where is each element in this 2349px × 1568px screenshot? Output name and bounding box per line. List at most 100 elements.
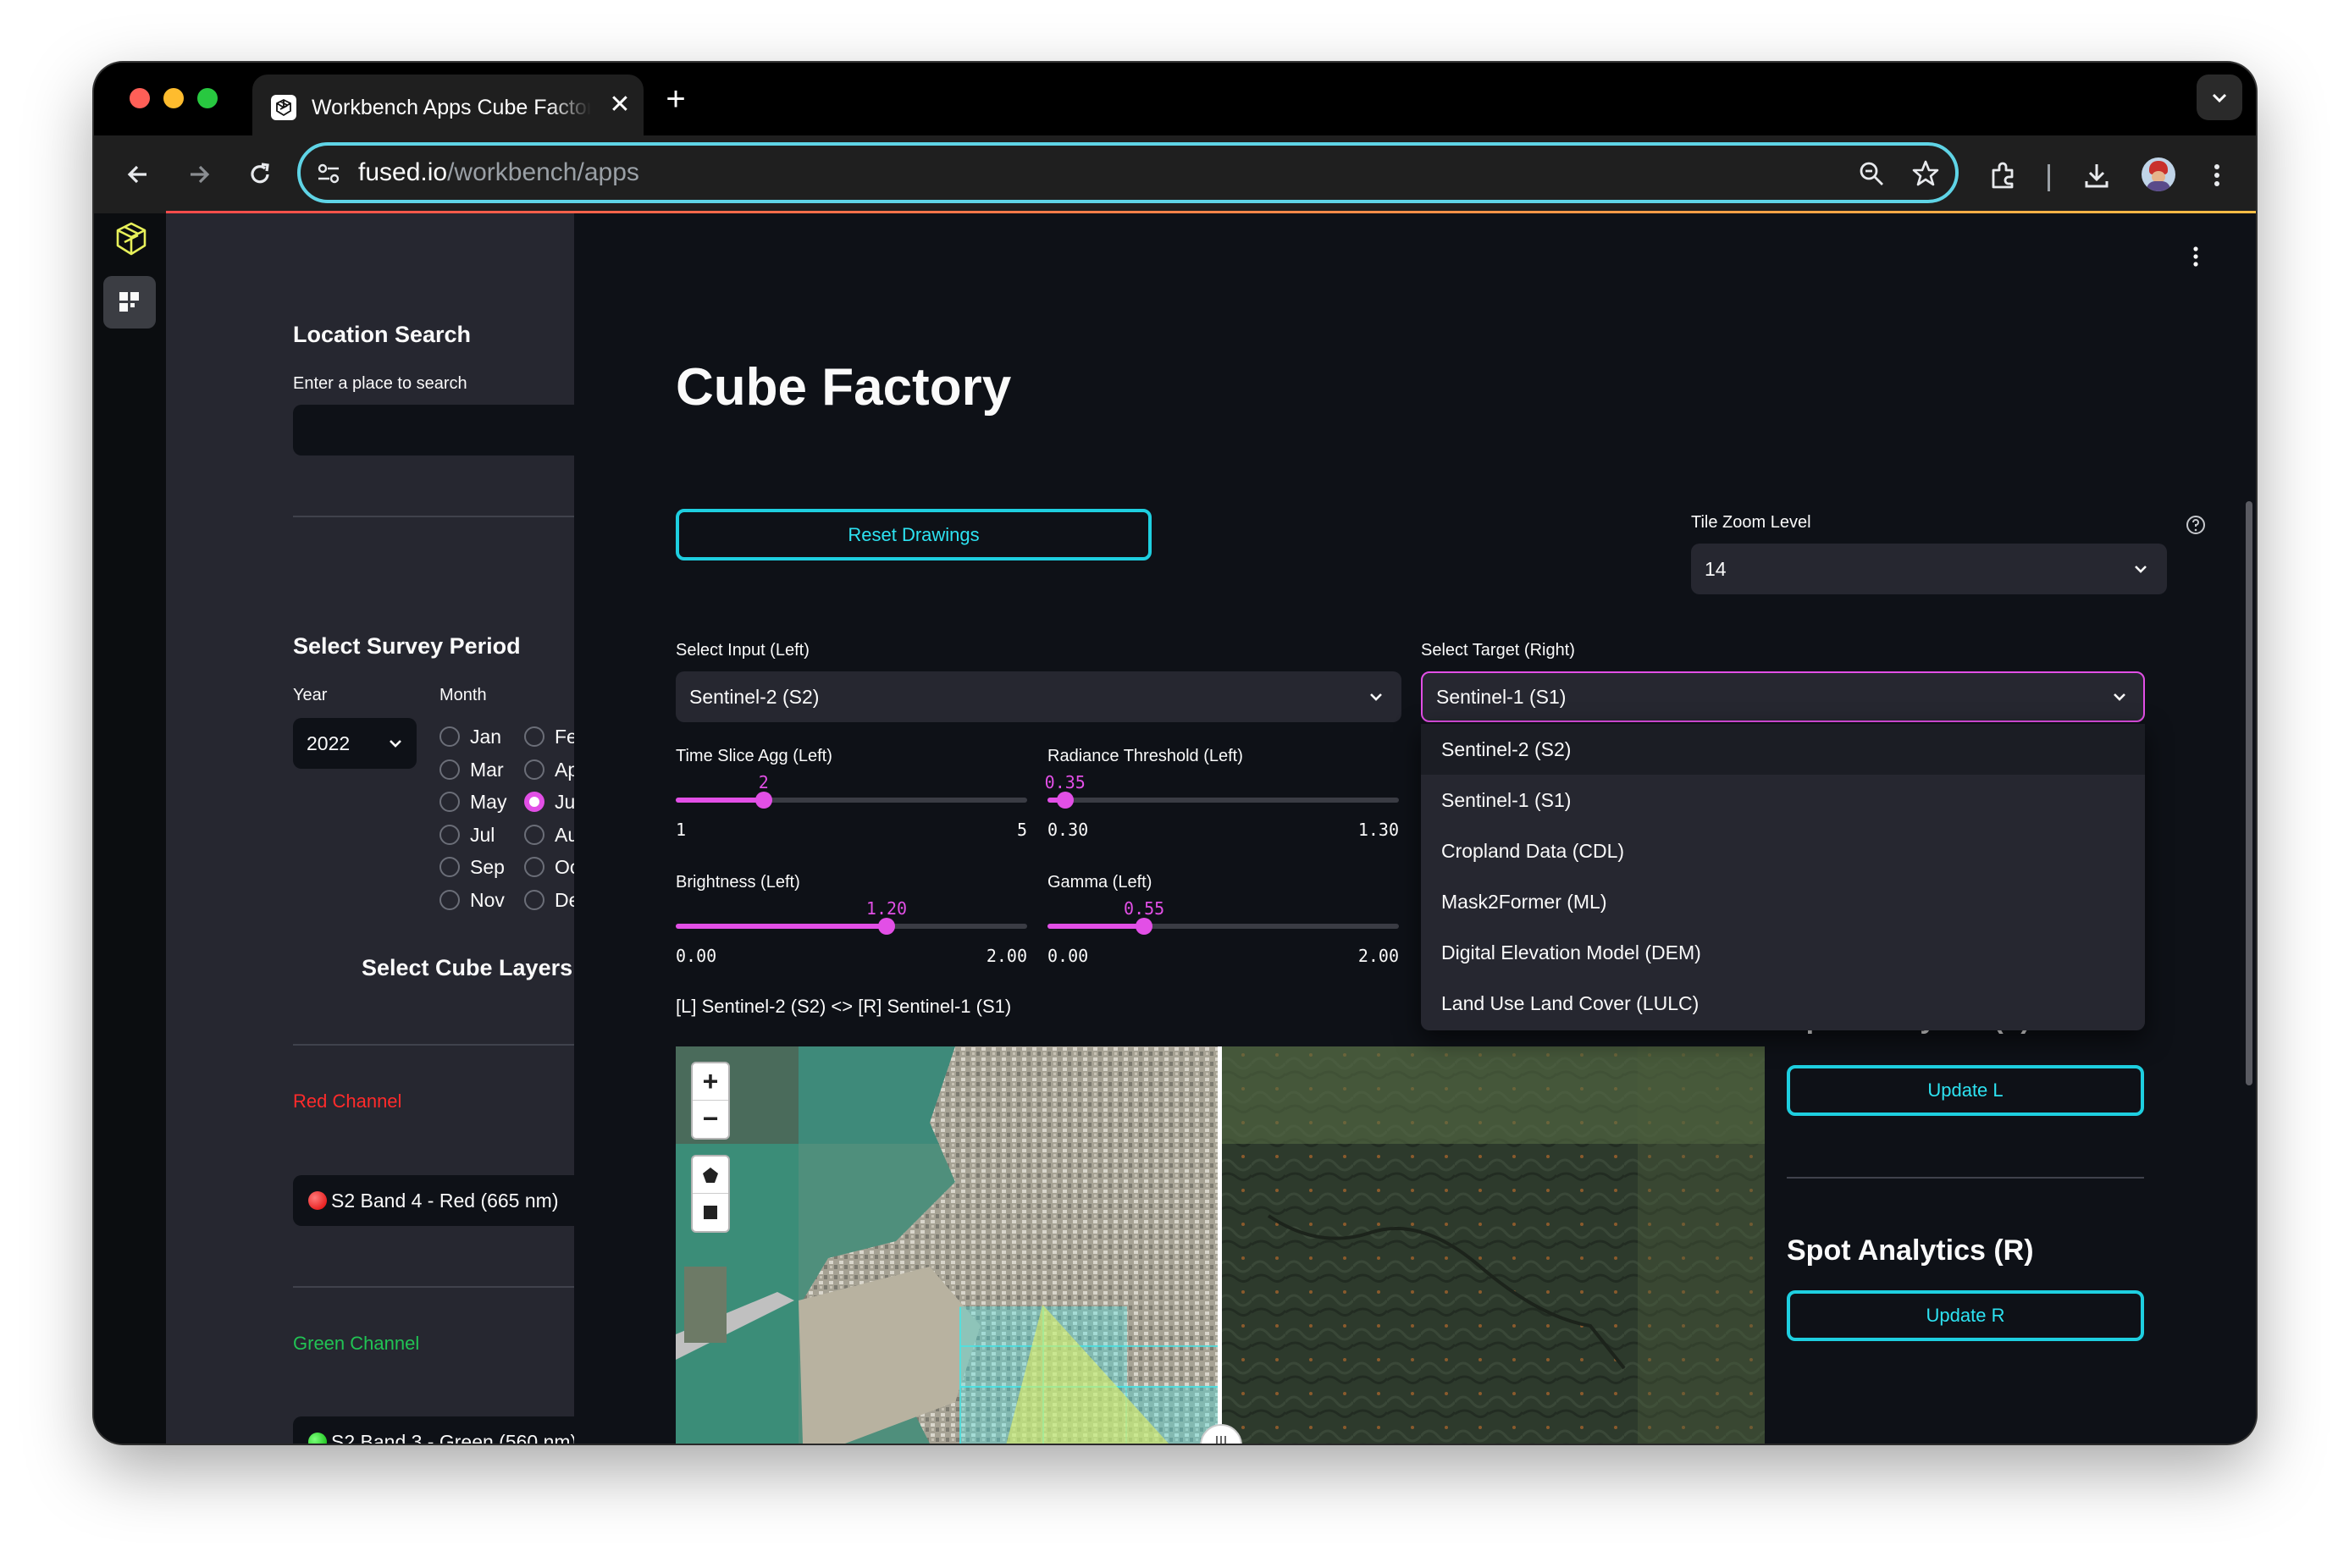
compare-caption: [L] Sentinel-2 (S2) <> [R] Sentinel-1 (S…: [676, 996, 1012, 1017]
map-imagery: [676, 1046, 1765, 1444]
slider-thumb[interactable]: [754, 792, 772, 809]
month-label: Sep: [470, 856, 505, 879]
reload-button[interactable]: [240, 154, 280, 195]
zoom-in-button[interactable]: +: [693, 1063, 728, 1101]
month-label: Jan: [470, 726, 502, 748]
close-icon[interactable]: ✕: [606, 91, 633, 119]
scrollbar[interactable]: [2246, 501, 2252, 1085]
brightness-slider[interactable]: Brightness (Left) 1.20 0.00 2.00: [676, 873, 1027, 966]
reset-drawings-button[interactable]: Reset Drawings: [676, 509, 1152, 560]
sidebar: Location Search Enter a place to search …: [166, 213, 632, 1444]
slider-max: 2.00: [1357, 946, 1399, 966]
slider-thumb[interactable]: [1056, 792, 1074, 809]
extensions-icon: [1992, 162, 2014, 189]
back-button[interactable]: [118, 154, 158, 195]
input-select[interactable]: Sentinel-2 (S2): [676, 671, 1401, 722]
apps-nav-button[interactable]: [103, 276, 156, 329]
address-bar[interactable]: fused.io/workbench/apps: [297, 142, 1959, 203]
comparison-map[interactable]: + −: [676, 1046, 1765, 1444]
month-radio-mar[interactable]: Mar: [439, 755, 516, 784]
target-select[interactable]: Sentinel-1 (S1): [1421, 671, 2145, 722]
plus-icon[interactable]: +: [661, 82, 690, 116]
radio-circle[interactable]: [524, 857, 544, 878]
minimize-window-button[interactable]: [163, 88, 184, 108]
red-channel-value: S2 Band 4 - Red (665 nm): [331, 1190, 559, 1212]
slider-track: [1047, 924, 1399, 929]
dropdown-option[interactable]: Digital Elevation Model (DEM): [1421, 927, 2145, 978]
radio-circle[interactable]: [439, 759, 460, 780]
green-channel-label: Green Channel: [293, 1333, 420, 1354]
radio-circle[interactable]: [524, 792, 544, 813]
slider-fill: [676, 798, 764, 803]
dropdown-option[interactable]: Mask2Former (ML): [1421, 876, 2145, 927]
time-slice-slider[interactable]: Time Slice Agg (Left) 2 1 5: [676, 747, 1027, 840]
rectangle-draw-button[interactable]: [693, 1194, 728, 1231]
slider-thumb[interactable]: [878, 918, 895, 935]
chevron-down-icon: [2212, 93, 2227, 103]
month-label: Jul: [470, 823, 495, 846]
downloads-button[interactable]: [2075, 154, 2116, 195]
browser-tab[interactable]: Workbench Apps Cube Factory ✕: [252, 75, 644, 135]
month-radio-may[interactable]: May: [439, 787, 516, 816]
green-channel-value: S2 Band 3 - Green (560 nm): [331, 1431, 578, 1444]
gamma-slider[interactable]: Gamma (Left) 0.55 0.00 2.00: [1047, 873, 1399, 966]
radio-circle[interactable]: [439, 726, 460, 747]
radio-circle[interactable]: [439, 792, 460, 813]
year-select[interactable]: 2022: [293, 718, 417, 769]
radio-circle[interactable]: [439, 824, 460, 845]
extensions-button[interactable]: [1982, 154, 2023, 195]
radiance-threshold-slider[interactable]: Radiance Threshold (Left) 0.35 0.30 1.30: [1045, 747, 1399, 840]
update-left-button[interactable]: Update L: [1787, 1065, 2144, 1116]
month-label: Month: [439, 686, 487, 704]
month-radio-jan[interactable]: Jan: [439, 722, 516, 751]
year-value: 2022: [307, 732, 351, 754]
toolbar-divider: [2048, 164, 2050, 191]
slider-min: 0.00: [676, 946, 717, 966]
zoom-control: + −: [691, 1062, 730, 1140]
slider-label: Time Slice Agg (Left): [676, 747, 832, 765]
avatar[interactable]: [2142, 157, 2175, 191]
back-icon: [127, 165, 146, 184]
month-radio-nov[interactable]: Nov: [439, 886, 516, 914]
radio-circle[interactable]: [439, 890, 460, 910]
app: Location Search Enter a place to search …: [94, 213, 2256, 1444]
url-host: fused.io: [358, 158, 448, 186]
polygon-draw-button[interactable]: [693, 1157, 728, 1194]
fused-logo-icon[interactable]: [113, 220, 150, 257]
cube-layers-heading: Select Cube Layers: [362, 955, 573, 980]
apps-icon: [119, 292, 139, 312]
help-icon[interactable]: [2186, 515, 2206, 535]
target-value: Sentinel-1 (S1): [1436, 686, 1567, 708]
site-settings-icon[interactable]: [316, 161, 341, 186]
dropdown-option[interactable]: Sentinel-1 (S1): [1421, 775, 2145, 825]
browser-window: Workbench Apps Cube Factory ✕ + fused.io…: [94, 63, 2256, 1444]
month-radio-sep[interactable]: Sep: [439, 853, 516, 881]
zoom-out-button[interactable]: −: [693, 1101, 728, 1138]
forward-button[interactable]: [179, 154, 219, 195]
red-channel-label: Red Channel: [293, 1090, 402, 1112]
dropdown-option[interactable]: Land Use Land Cover (LULC): [1421, 978, 2145, 1029]
radio-circle[interactable]: [524, 824, 544, 845]
zoom-search-icon[interactable]: [1857, 159, 1886, 188]
tab-search-button[interactable]: [2197, 75, 2242, 120]
star-icon[interactable]: [1911, 159, 1940, 188]
spot-analytics-right-heading: Spot Analytics (R): [1787, 1234, 2034, 1267]
radio-circle[interactable]: [524, 759, 544, 780]
maximize-window-button[interactable]: [197, 88, 218, 108]
radio-circle[interactable]: [524, 726, 544, 747]
divider: [1787, 1177, 2144, 1179]
browser-menu-button[interactable]: [2196, 154, 2236, 195]
dropdown-option[interactable]: Cropland Data (CDL): [1421, 825, 2145, 876]
zoom-select[interactable]: 14: [1691, 544, 2167, 594]
radio-circle[interactable]: [524, 890, 544, 910]
draw-toolbar: [691, 1155, 730, 1233]
update-right-button[interactable]: Update R: [1787, 1290, 2144, 1341]
radio-circle[interactable]: [439, 857, 460, 878]
input-label: Select Input (Left): [676, 641, 810, 660]
dropdown-option[interactable]: Sentinel-2 (S2): [1421, 724, 2145, 775]
slider-min: 0.00: [1047, 946, 1089, 966]
slider-thumb[interactable]: [1136, 918, 1153, 935]
month-radio-jul[interactable]: Jul: [439, 820, 516, 849]
close-window-button[interactable]: [130, 88, 150, 108]
kebab-menu-icon[interactable]: [2187, 244, 2204, 269]
